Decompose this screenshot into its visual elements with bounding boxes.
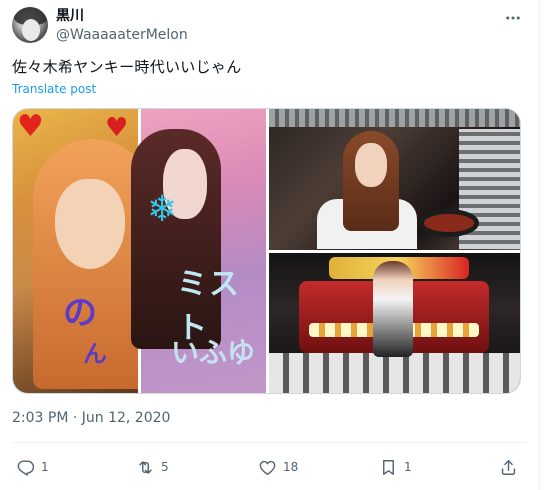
avatar-face xyxy=(22,19,40,41)
repost-count: 5 xyxy=(161,460,169,474)
photo-1-left: ♥ ♥ の ん xyxy=(13,109,153,393)
repost-icon xyxy=(139,460,152,474)
bookmark-icon xyxy=(383,459,394,475)
more-button[interactable] xyxy=(503,8,523,28)
share-button[interactable] xyxy=(499,457,518,477)
photo-2[interactable] xyxy=(269,109,520,250)
photo-2-scene xyxy=(269,109,520,250)
like-count: 18 xyxy=(283,460,299,474)
column-border xyxy=(539,0,540,490)
divider xyxy=(12,442,527,443)
bookmark-button[interactable]: 1 xyxy=(379,457,412,477)
photo-scribble: の xyxy=(63,293,97,333)
author-name[interactable]: 黒川 xyxy=(56,7,84,25)
photo-1[interactable]: ♥ ♥ の ん ❄ ミスト いふゆ xyxy=(13,109,266,393)
timestamp-link[interactable]: 2:03 PM · Jun 12, 2020 xyxy=(12,409,170,427)
tweet-text: 佐々木希ヤンキー時代いいじゃん xyxy=(12,58,242,76)
photo-face xyxy=(55,179,125,269)
photo-scribble: いふゆ xyxy=(171,336,256,369)
photo-detail xyxy=(269,353,520,393)
heart-sticker: ♥ xyxy=(17,109,44,144)
reply-count: 1 xyxy=(41,460,49,474)
bookmark-count: 1 xyxy=(404,460,412,474)
photo-scribble: ん xyxy=(83,340,107,368)
photo-1-right: ❄ ミスト いふゆ xyxy=(131,109,266,393)
like-icon xyxy=(259,460,276,475)
media-grid: ♥ ♥ の ん ❄ ミスト いふゆ xyxy=(12,108,521,394)
repost-button[interactable]: 5 xyxy=(136,457,169,477)
steering-wheel xyxy=(419,209,479,237)
avatar[interactable] xyxy=(12,7,48,43)
more-icon xyxy=(506,16,520,20)
photo-detail xyxy=(269,109,520,127)
translate-link[interactable]: Translate post xyxy=(12,81,96,97)
snowflake-sticker: ❄ xyxy=(147,189,178,230)
reply-icon xyxy=(17,459,35,476)
tweet-card: 黒川 @WaaaaaterMelon 佐々木希ヤンキー時代いいじゃん Trans… xyxy=(0,0,539,490)
share-icon xyxy=(501,459,516,475)
photo-3[interactable] xyxy=(269,253,520,393)
like-button[interactable]: 18 xyxy=(258,457,298,477)
photo-person xyxy=(373,261,413,357)
reply-button[interactable]: 1 xyxy=(16,457,49,477)
author-handle[interactable]: @WaaaaaterMelon xyxy=(56,26,188,44)
photo-face xyxy=(355,143,387,187)
heart-sticker: ♥ xyxy=(105,113,129,143)
photo-3-scene xyxy=(269,253,520,393)
